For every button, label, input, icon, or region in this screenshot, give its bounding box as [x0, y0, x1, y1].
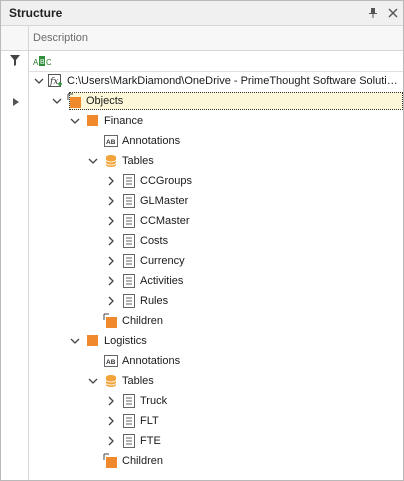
tree-row-table[interactable]: Activities — [29, 271, 403, 291]
table-label: FTE — [140, 435, 161, 447]
row-gutter — [1, 71, 29, 480]
table-icon — [123, 394, 135, 408]
tree-row-finance-children[interactable]: Children — [29, 311, 403, 331]
logistics-label: Logistics — [104, 335, 147, 347]
tree-row-table[interactable]: Rules — [29, 291, 403, 311]
chevron-right-icon[interactable] — [105, 275, 117, 287]
chevron-right-icon[interactable] — [105, 175, 117, 187]
database-icon — [105, 155, 117, 167]
table-label: Currency — [140, 255, 185, 267]
table-icon — [123, 434, 135, 448]
description-column-header[interactable]: Description — [33, 32, 88, 44]
formula-file-icon: fx — [48, 74, 62, 87]
svg-text:B: B — [40, 59, 45, 66]
tree-row-objects[interactable]: Objects — [29, 91, 403, 111]
table-icon — [123, 174, 135, 188]
table-label: Costs — [140, 235, 169, 247]
tree-row-logistics[interactable]: Logistics — [29, 331, 403, 351]
column-header-row: Description — [1, 26, 403, 51]
chevron-right-icon[interactable] — [105, 395, 117, 407]
pin-icon[interactable] — [365, 5, 381, 21]
svg-text:A: A — [33, 58, 39, 67]
table-icon — [123, 274, 135, 288]
chevron-right-icon[interactable] — [105, 195, 117, 207]
chevron-down-icon[interactable] — [69, 115, 81, 127]
tree-row-table[interactable]: Costs — [29, 231, 403, 251]
table-label: Truck — [140, 395, 168, 407]
table-icon — [123, 414, 135, 428]
table-label: CCGroups — [140, 175, 192, 187]
database-icon — [105, 375, 117, 387]
children-label: Children — [122, 315, 163, 327]
chevron-down-icon[interactable] — [69, 335, 81, 347]
chevron-down-icon[interactable] — [51, 95, 63, 107]
finance-label: Finance — [104, 115, 144, 127]
chevron-right-icon[interactable] — [105, 415, 117, 427]
table-label: Rules — [140, 295, 169, 307]
svg-text:AB: AB — [106, 139, 116, 146]
filter-row: A B C — [1, 51, 403, 72]
objects-folder-icon — [67, 93, 81, 108]
tree-row-finance[interactable]: Finance — [29, 111, 403, 131]
object-icon — [87, 115, 98, 126]
table-icon — [123, 194, 135, 208]
header-gutter — [1, 26, 29, 50]
table-label: FLT — [140, 415, 159, 427]
table-icon — [123, 254, 135, 268]
svg-text:C: C — [46, 58, 51, 67]
tree-row-logistics-annotations[interactable]: AB Annotations — [29, 351, 403, 371]
tables-label: Tables — [122, 155, 154, 167]
tree-row-table[interactable]: GLMaster — [29, 191, 403, 211]
tree-row-table[interactable]: Truck — [29, 391, 403, 411]
table-icon — [123, 214, 135, 228]
annotations-label: Annotations — [122, 135, 181, 147]
tree-row-table[interactable]: CCMaster — [29, 211, 403, 231]
table-label: CCMaster — [140, 215, 190, 227]
filter-icon[interactable] — [10, 55, 20, 66]
panel-titlebar: Structure — [1, 1, 403, 26]
annotations-icon: AB — [104, 135, 118, 147]
chevron-right-icon[interactable] — [105, 295, 117, 307]
svg-text:fx: fx — [49, 77, 58, 87]
structure-panel: Structure Description A B C fx C:\Users\… — [0, 0, 404, 481]
tree-row-table[interactable]: Currency — [29, 251, 403, 271]
chevron-right-icon[interactable] — [105, 235, 117, 247]
panel-title: Structure — [9, 6, 63, 20]
chevron-right-icon[interactable] — [105, 435, 117, 447]
table-icon — [123, 234, 135, 248]
children-icon — [103, 453, 117, 468]
abc-icon[interactable]: A B C — [33, 54, 51, 68]
table-label: GLMaster — [140, 195, 189, 207]
close-icon[interactable] — [385, 5, 401, 21]
tree-row-table[interactable]: CCGroups — [29, 171, 403, 191]
tree-row-table[interactable]: FLT — [29, 411, 403, 431]
annotations-label: Annotations — [122, 355, 181, 367]
root-path-label: C:\Users\MarkDiamond\OneDrive - PrimeTho… — [67, 75, 402, 87]
chevron-right-icon[interactable] — [105, 255, 117, 267]
table-icon — [123, 294, 135, 308]
chevron-right-icon[interactable] — [105, 215, 117, 227]
tables-label: Tables — [122, 375, 154, 387]
object-icon — [87, 335, 98, 346]
tree-row-logistics-children[interactable]: Children — [29, 451, 403, 471]
chevron-down-icon[interactable] — [87, 155, 99, 167]
current-row-indicator-icon — [13, 98, 19, 106]
tree-row-logistics-tables[interactable]: Tables — [29, 371, 403, 391]
svg-text:AB: AB — [106, 359, 116, 366]
children-icon — [103, 313, 117, 328]
table-label: Activities — [140, 275, 184, 287]
annotations-icon: AB — [104, 355, 118, 367]
tree-row-finance-tables[interactable]: Tables — [29, 151, 403, 171]
chevron-down-icon[interactable] — [87, 375, 99, 387]
chevron-down-icon[interactable] — [33, 75, 45, 87]
children-label: Children — [122, 455, 163, 467]
objects-label: Objects — [86, 95, 124, 107]
tree-row-root[interactable]: fx C:\Users\MarkDiamond\OneDrive - Prime… — [29, 71, 403, 91]
tree-row-table[interactable]: FTE — [29, 431, 403, 451]
structure-tree: fx C:\Users\MarkDiamond\OneDrive - Prime… — [1, 71, 403, 480]
filter-gutter — [1, 51, 29, 71]
tree-row-finance-annotations[interactable]: AB Annotations — [29, 131, 403, 151]
